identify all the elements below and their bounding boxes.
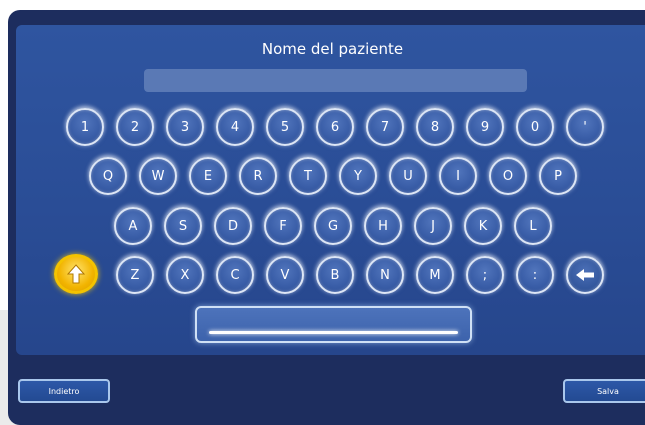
key-h[interactable]: H xyxy=(364,207,402,245)
key-apostrophe[interactable]: ' xyxy=(566,108,604,146)
save-button[interactable]: Salva xyxy=(563,379,645,403)
key-u[interactable]: U xyxy=(389,157,427,195)
space-bar-line xyxy=(209,331,458,334)
key-z[interactable]: Z xyxy=(116,256,154,294)
key-i[interactable]: I xyxy=(439,157,477,195)
key-v[interactable]: V xyxy=(266,256,304,294)
key-g[interactable]: G xyxy=(314,207,352,245)
page-title: Nome del paziente xyxy=(261,40,404,58)
key-0[interactable]: 0 xyxy=(516,108,554,146)
key-9[interactable]: 9 xyxy=(466,108,504,146)
arrow-up-icon xyxy=(67,264,85,284)
key-p[interactable]: P xyxy=(539,157,577,195)
key-b[interactable]: B xyxy=(316,256,354,294)
key-e[interactable]: E xyxy=(189,157,227,195)
key-r[interactable]: R xyxy=(239,157,277,195)
space-bar[interactable] xyxy=(195,306,472,343)
key-7[interactable]: 7 xyxy=(366,108,404,146)
key-1[interactable]: 1 xyxy=(66,108,104,146)
key-a[interactable]: A xyxy=(114,207,152,245)
patient-name-input[interactable] xyxy=(144,69,527,92)
key-q[interactable]: Q xyxy=(89,157,127,195)
key-4[interactable]: 4 xyxy=(216,108,254,146)
key-c[interactable]: C xyxy=(216,256,254,294)
key-2[interactable]: 2 xyxy=(116,108,154,146)
key-o[interactable]: O xyxy=(489,157,527,195)
key-x[interactable]: X xyxy=(166,256,204,294)
key-semicolon[interactable]: ; xyxy=(466,256,504,294)
key-t[interactable]: T xyxy=(289,157,327,195)
shift-key[interactable] xyxy=(54,254,98,294)
key-k[interactable]: K xyxy=(464,207,502,245)
key-f[interactable]: F xyxy=(264,207,302,245)
key-5[interactable]: 5 xyxy=(266,108,304,146)
key-8[interactable]: 8 xyxy=(416,108,454,146)
key-l[interactable]: L xyxy=(514,207,552,245)
key-s[interactable]: S xyxy=(164,207,202,245)
backspace-key[interactable] xyxy=(566,256,604,294)
key-y[interactable]: Y xyxy=(339,157,377,195)
key-3[interactable]: 3 xyxy=(166,108,204,146)
key-m[interactable]: M xyxy=(416,256,454,294)
key-w[interactable]: W xyxy=(139,157,177,195)
key-j[interactable]: J xyxy=(414,207,452,245)
key-6[interactable]: 6 xyxy=(316,108,354,146)
key-d[interactable]: D xyxy=(214,207,252,245)
key-colon[interactable]: : xyxy=(516,256,554,294)
key-n[interactable]: N xyxy=(366,256,404,294)
back-button[interactable]: Indietro xyxy=(18,379,110,403)
arrow-left-icon xyxy=(576,269,594,281)
